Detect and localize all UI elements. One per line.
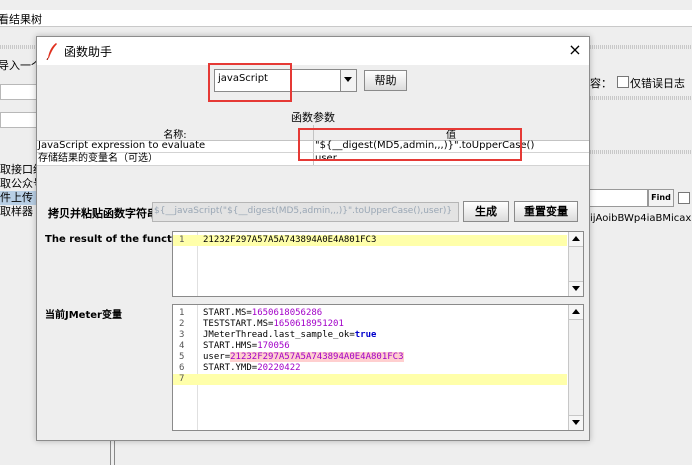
close-icon[interactable]: × (567, 41, 583, 59)
result-editor[interactable]: 1 21232F297A57A5A743894A0E4A801FC3 (172, 231, 584, 297)
background-field[interactable] (0, 84, 38, 100)
chevron-down-icon (344, 77, 352, 82)
code-line: 4 START.HMS=170056 (173, 341, 567, 352)
help-button[interactable]: 帮助 (364, 70, 407, 91)
line-number: 2 (179, 319, 185, 329)
generate-button[interactable]: 生成 (463, 201, 509, 222)
line-number: 7 (179, 374, 185, 384)
var-key: START.HMS (203, 341, 252, 351)
chevron-down-icon (572, 286, 580, 291)
background-content-label: 容： (590, 77, 612, 90)
vertical-scrollbar[interactable] (568, 232, 583, 296)
var-value: 170056 (257, 341, 290, 351)
variables-label: 当前JMeter变量 (45, 310, 122, 321)
line-number: 1 (179, 235, 185, 245)
param-name: JavaScript expression to evaluate (38, 140, 206, 151)
code-line-current: 7 (173, 374, 567, 385)
function-helper-dialog: 函数助手 × javaScript 帮助 函数参数 名称: 值 JavaScri… (36, 36, 590, 441)
chevron-up-icon (572, 309, 580, 314)
code-line: 1 START.MS=1650618056286 (173, 308, 567, 319)
background-title: 看结果树 (0, 13, 42, 26)
token-text: ijAoibBWp4iaBMicax3t4 (590, 213, 692, 224)
scroll-up-button[interactable] (569, 305, 583, 320)
code-line: 5 user=21232F297A57A5A743894A0E4A801FC3 (173, 352, 567, 363)
dialog-title-bar: 函数助手 × (37, 37, 589, 65)
code-text: START.YMD=20220422 (203, 363, 301, 374)
line-number: 4 (179, 341, 185, 351)
var-key: TESTSTART.MS (203, 319, 269, 329)
param-name: 存储结果的变量名（可选） (38, 153, 158, 164)
annotation-box (208, 63, 292, 102)
error-log-checkbox[interactable] (617, 76, 629, 88)
background-field[interactable] (0, 112, 38, 128)
line-number: 1 (179, 308, 185, 318)
scroll-down-button[interactable] (569, 415, 583, 430)
reset-variables-button[interactable]: 重置变量 (514, 201, 578, 222)
copy-label: 拷贝并粘贴函数字符串 (48, 207, 158, 220)
var-value: 1650618951201 (273, 319, 344, 329)
variables-editor[interactable]: 1 START.MS=1650618056286 2 TESTSTART.MS=… (172, 304, 584, 431)
var-key: START.YMD (203, 363, 252, 373)
find-input[interactable] (588, 189, 648, 207)
var-key: START.MS (203, 308, 247, 318)
dropdown-button[interactable] (340, 70, 356, 91)
code-line: 3 JMeterThread.last_sample_ok=true (173, 330, 567, 341)
function-string-input[interactable] (154, 204, 454, 218)
code-text: START.MS=1650618056286 (203, 308, 322, 319)
code-line: 1 21232F297A57A5A743894A0E4A801FC3 (173, 235, 567, 246)
tree-item-selected[interactable]: 件上传 (0, 191, 36, 205)
code-text: TESTSTART.MS=1650618951201 (203, 319, 344, 330)
var-key: user (203, 352, 225, 362)
function-string-field[interactable] (152, 202, 459, 222)
scroll-up-button[interactable] (569, 232, 583, 247)
var-value-highlighted: 21232F297A57A5A743894A0E4A801FC3 (230, 352, 404, 362)
code-text: JMeterThread.last_sample_ok=true (203, 330, 376, 341)
chevron-up-icon (572, 236, 580, 241)
code-text: START.HMS=170056 (203, 341, 290, 352)
var-value: 20220422 (257, 363, 301, 373)
line-number: 3 (179, 330, 185, 340)
error-log-label: 仅错误日志 (630, 77, 685, 90)
params-label: 函数参数 (291, 111, 335, 124)
find-checkbox[interactable] (678, 192, 690, 204)
column-header-name[interactable]: 名称: (37, 126, 313, 141)
code-text: user=21232F297A57A5A743894A0E4A801FC3 (203, 352, 404, 363)
line-number: 6 (179, 363, 185, 373)
vertical-scrollbar[interactable] (568, 305, 583, 430)
feather-icon (46, 43, 57, 60)
find-button[interactable]: Find (648, 189, 674, 207)
result-text: 21232F297A57A5A743894A0E4A801FC3 (203, 235, 377, 245)
code-line: 2 TESTSTART.MS=1650618951201 (173, 319, 567, 330)
background-title-bar: 看结果树 (0, 10, 692, 27)
divider (588, 96, 692, 100)
splitter-handle[interactable] (110, 438, 115, 465)
line-number: 5 (179, 352, 185, 362)
scroll-down-button[interactable] (569, 281, 583, 296)
annotation-box (298, 128, 522, 161)
chevron-down-icon (572, 420, 580, 425)
var-value: true (354, 330, 377, 340)
var-key: JMeterThread.last_sample_ok (203, 330, 350, 340)
dialog-title: 函数助手 (64, 45, 113, 59)
divider (588, 150, 692, 154)
var-value: 1650618056286 (251, 308, 323, 318)
code-line: 6 START.YMD=20220422 (173, 363, 567, 374)
